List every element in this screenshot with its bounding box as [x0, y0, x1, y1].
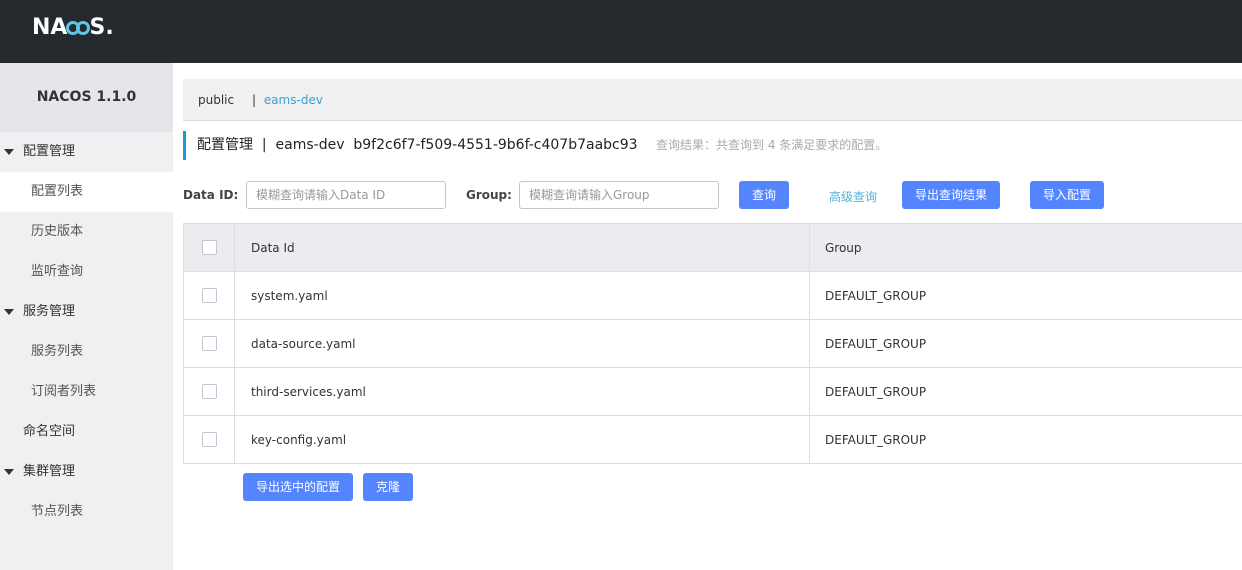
group-cell: DEFAULT_GROUP: [825, 432, 927, 447]
page-title-text: 配置管理 | eams-dev b9f2c6f7-f509-4551-9b6f-…: [197, 137, 638, 153]
data-id-cell: key-config.yaml: [235, 416, 810, 463]
table-row: system.yaml DEFAULT_GROUP: [184, 272, 1242, 320]
clone-button[interactable]: 克隆: [363, 473, 413, 501]
row-checkbox[interactable]: [201, 288, 217, 303]
data-id-input[interactable]: [246, 181, 446, 209]
namespace-separator: |: [251, 93, 256, 107]
page-title: 配置管理 | eams-dev b9f2c6f7-f509-4551-9b6f-…: [183, 131, 887, 160]
sidebar-item-listener-query[interactable]: 监听查询: [0, 252, 173, 292]
namespace-public[interactable]: public: [198, 93, 234, 107]
sidebar-item-label: 订阅者列表: [31, 384, 97, 399]
sidebar-item-label: 配置列表: [31, 184, 84, 199]
sidebar-item-subscriber-list[interactable]: 订阅者列表: [0, 372, 173, 412]
sidebar-item-label: 配置管理: [23, 144, 76, 159]
sidebar-item-label: 集群管理: [23, 464, 76, 479]
table-header-row: Data Id Group: [184, 224, 1242, 272]
namespace-bar: public | eams-dev: [183, 79, 1242, 121]
logo-dot: .: [105, 15, 114, 40]
export-results-button[interactable]: 导出查询结果: [902, 181, 1001, 209]
sidebar-group-service-management[interactable]: 服务管理: [0, 292, 173, 332]
sidebar-item-label: 历史版本: [31, 224, 84, 239]
group-cell: DEFAULT_GROUP: [825, 384, 927, 399]
config-table: Data Id Group system.yaml DEFAULT_GROUP …: [183, 223, 1242, 464]
checkbox-cell: [184, 320, 235, 367]
sidebar-item-namespace[interactable]: 命名空间: [0, 412, 173, 452]
namespace-current[interactable]: eams-dev: [264, 93, 323, 107]
sidebar-item-label: 节点列表: [31, 504, 84, 519]
data-id-cell: third-services.yaml: [235, 368, 810, 415]
top-bar: NA S .: [0, 0, 1242, 63]
sidebar-item-service-list[interactable]: 服务列表: [0, 332, 173, 372]
select-all-checkbox[interactable]: [201, 240, 217, 255]
sidebar-group-cluster-management[interactable]: 集群管理: [0, 452, 173, 492]
group-cell: DEFAULT_GROUP: [825, 336, 927, 351]
table-row: third-services.yaml DEFAULT_GROUP: [184, 368, 1242, 416]
caret-down-icon: [4, 149, 14, 155]
import-config-button[interactable]: 导入配置: [1030, 181, 1105, 209]
nacos-logo[interactable]: NA S .: [32, 15, 114, 40]
checkbox-cell: [184, 368, 235, 415]
row-checkbox[interactable]: [201, 432, 217, 447]
checkbox-cell: [184, 272, 235, 319]
filter-bar: Data ID: Group: 查询 高级查询 导出查询结果 导入配置: [183, 181, 1242, 211]
data-id-cell: system.yaml: [235, 272, 810, 319]
sidebar: NACOS 1.1.0 配置管理 配置列表 历史版本 监听查询 服务管理 服务列…: [0, 63, 173, 570]
column-header-data-id[interactable]: Data Id: [235, 224, 810, 271]
table-row: key-config.yaml DEFAULT_GROUP: [184, 416, 1242, 464]
sidebar-item-node-list[interactable]: 节点列表: [0, 492, 173, 532]
row-checkbox[interactable]: [201, 384, 217, 399]
sidebar-group-config-management[interactable]: 配置管理: [0, 132, 173, 172]
group-label: Group:: [466, 188, 512, 202]
logo-rings-icon: [66, 20, 91, 35]
sidebar-item-history[interactable]: 历史版本: [0, 212, 173, 252]
table-row: data-source.yaml DEFAULT_GROUP: [184, 320, 1242, 368]
caret-down-icon: [4, 309, 14, 315]
export-selected-button[interactable]: 导出选中的配置: [243, 473, 353, 501]
sidebar-version-title: NACOS 1.1.0: [0, 63, 173, 132]
sidebar-item-label: 服务列表: [31, 344, 84, 359]
checkbox-cell: [184, 416, 235, 463]
sidebar-item-label: 服务管理: [23, 304, 76, 319]
logo-text-end: S: [89, 15, 106, 40]
caret-down-icon: [4, 469, 14, 475]
search-button[interactable]: 查询: [739, 181, 790, 209]
sidebar-item-label: 监听查询: [31, 264, 84, 279]
advanced-query-link[interactable]: 高级查询: [829, 188, 877, 205]
group-input[interactable]: [519, 181, 719, 209]
data-id-cell: data-source.yaml: [235, 320, 810, 367]
main-content: public | eams-dev 配置管理 | eams-dev b9f2c6…: [173, 63, 1242, 570]
data-id-label: Data ID:: [183, 188, 239, 202]
sidebar-item-label: 命名空间: [23, 424, 76, 439]
column-header-group[interactable]: Group: [810, 224, 1242, 271]
sidebar-item-config-list[interactable]: 配置列表: [0, 172, 173, 212]
row-checkbox[interactable]: [201, 336, 217, 351]
group-cell: DEFAULT_GROUP: [825, 288, 927, 303]
query-result-hint: 查询结果：共查询到 4 条满足要求的配置。: [656, 138, 888, 152]
select-all-cell: [184, 224, 235, 271]
logo-text-start: NA: [32, 15, 68, 40]
